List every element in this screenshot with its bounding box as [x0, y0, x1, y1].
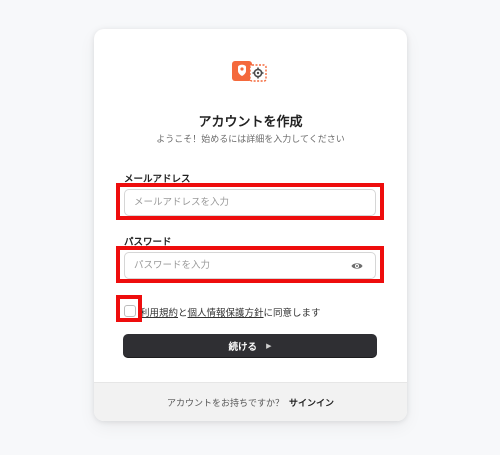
- signup-card: アカウントを作成 ようこそ！始めるには詳細を入力してください メールアドレス パ…: [94, 29, 407, 421]
- terms-agreement: 利用規約と個人情報保護方針に同意します: [118, 303, 398, 319]
- password-field-wrapper: [124, 252, 376, 279]
- page-subtitle: ようこそ！始めるには詳細を入力してください: [156, 135, 345, 145]
- signin-footer: アカウントをお持ちですか？ サインイン: [94, 382, 407, 421]
- continue-label: 続ける: [228, 342, 258, 353]
- terms-suffix-text: に同意します: [263, 308, 321, 319]
- signin-prompt: アカウントをお持ちですか？: [166, 398, 284, 409]
- terms-checkbox[interactable]: [124, 305, 136, 317]
- terms-link[interactable]: 利用規約: [140, 308, 178, 319]
- signin-link[interactable]: サインイン: [289, 396, 334, 409]
- email-field-wrapper: [124, 189, 376, 216]
- page-title: アカウントを作成: [198, 115, 303, 130]
- app-logo-icon: [232, 61, 267, 82]
- privacy-policy-link[interactable]: 個人情報保護方針: [188, 308, 264, 319]
- continue-button[interactable]: 続ける ▶: [123, 334, 377, 358]
- email-label: メールアドレス: [124, 174, 191, 185]
- password-input[interactable]: [125, 253, 375, 278]
- eye-icon[interactable]: [351, 261, 363, 271]
- play-arrow-icon: ▶: [266, 342, 272, 350]
- email-input[interactable]: [125, 190, 375, 215]
- terms-and-text: と: [178, 308, 188, 319]
- terms-text: 利用規約と個人情報保護方針に同意します: [140, 305, 321, 319]
- password-label: パスワード: [124, 237, 172, 248]
